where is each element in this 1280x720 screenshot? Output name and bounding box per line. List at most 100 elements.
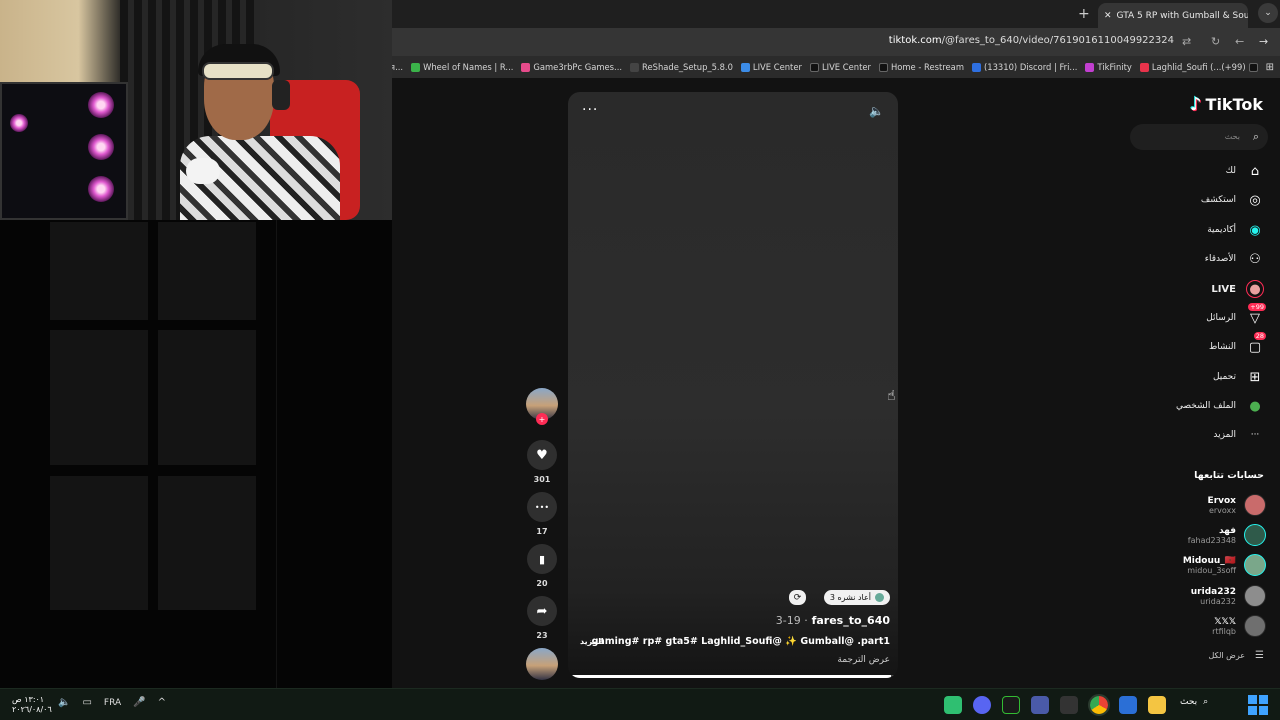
new-tab-button[interactable]: +	[1078, 6, 1090, 22]
bookmark-item[interactable]: Wheel of Names | R...	[411, 62, 513, 72]
following-account[interactable]: 𝕏𝕏𝕏 rtfilqb	[1212, 613, 1266, 639]
nav-live[interactable]: LIVE ●	[1211, 279, 1264, 299]
taskbar-search[interactable]: بحث ⌕	[1180, 697, 1208, 707]
author-line[interactable]: 3-19 · fares_to_640	[776, 614, 890, 627]
author-name[interactable]: fares_to_640	[812, 614, 890, 627]
nav-explore[interactable]: استكشف ◎	[1201, 190, 1264, 210]
wheel-icon	[411, 62, 421, 72]
windows-start-icon[interactable]	[1248, 695, 1268, 715]
account-handle: ervoxx	[1208, 505, 1236, 515]
thumbnail-placeholder[interactable]	[158, 330, 256, 465]
headset-icon	[272, 80, 290, 110]
music-disc[interactable]	[526, 648, 558, 680]
video-progress-bar[interactable]	[568, 675, 898, 678]
friends-icon: ⚇	[1249, 251, 1261, 267]
thumbnail-placeholder[interactable]	[158, 476, 256, 610]
like-button[interactable]: ♥	[527, 440, 557, 470]
tikfinity-icon	[1085, 62, 1095, 72]
bookmark-item[interactable]: Laghlid_Soufi (...(+99)	[1139, 62, 1258, 72]
address-bar[interactable]: tiktok.com/@fares_to_640/video/761901611…	[392, 28, 1280, 56]
see-all-link[interactable]: عرض الكل ☰	[1208, 650, 1264, 661]
tiktok-logo[interactable]: ♪ TikTok	[1190, 94, 1263, 115]
tiktok-note-icon: ♪	[1190, 94, 1202, 115]
tab-active[interactable]: ✕ GTA 5 RP with Gumball & Soufi ♪	[1098, 3, 1248, 28]
bookmark-item[interactable]: LIVE Center	[809, 62, 871, 72]
bookmark-item[interactable]: игры для...	[392, 62, 403, 72]
file-icon	[630, 62, 640, 72]
customize-icon[interactable]: ⇄	[1182, 35, 1191, 48]
nav-more[interactable]: المزيد ···	[1213, 425, 1264, 445]
taskbar: ١٣:٠١ ص ٢٠٢٦/٠٨/٠٦ 🔈 ▭ FRA 🎤 ^ بحث ⌕	[0, 688, 1280, 720]
bookmark-item[interactable]: TikFinity	[1085, 62, 1132, 72]
mouse-cursor-icon: ☝	[887, 388, 896, 404]
nav-upload[interactable]: تحميل ⊞	[1213, 367, 1264, 387]
live-icon: ●	[1246, 280, 1264, 298]
bookmark-button[interactable]: ▮	[527, 544, 557, 574]
reposted-badge[interactable]: 3 أعاد نشره	[823, 590, 890, 605]
display-icon[interactable]: ▭	[82, 697, 91, 708]
chrome-icon[interactable]	[1088, 694, 1110, 716]
bookmark-item[interactable]: LIVE Center	[740, 62, 802, 72]
webcam-overlay	[0, 0, 392, 220]
reload-icon[interactable]: ↻	[1211, 35, 1220, 48]
volume-icon[interactable]: 🔈	[58, 697, 70, 708]
tray-overflow-icon[interactable]: ^	[158, 697, 166, 708]
system-tray: 🔈 ▭ FRA 🎤 ^	[58, 697, 166, 708]
share-button[interactable]: ➦	[527, 596, 557, 626]
more-options-icon[interactable]: ···	[582, 102, 598, 118]
thumbnail-placeholder[interactable]	[50, 330, 148, 465]
nav-for-you[interactable]: لك ⌂	[1226, 161, 1264, 181]
tiktok-icon	[740, 62, 750, 72]
logo-text: TikTok	[1205, 95, 1263, 114]
search-icon[interactable]: ⌕	[1253, 130, 1259, 144]
following-account[interactable]: Midouu_🇲🇦 midou_3soff	[1183, 552, 1266, 578]
bookmark-item[interactable]: Home - Restream	[878, 62, 964, 72]
discord-icon[interactable]	[973, 696, 991, 714]
nav-friends[interactable]: الأصدقاء ⚇	[1205, 249, 1264, 269]
comment-button[interactable]: •••	[527, 492, 557, 522]
thumbnail-placeholder[interactable]	[50, 222, 148, 320]
nav-messages[interactable]: الرسائل ▽ +99	[1206, 303, 1266, 328]
language-indicator[interactable]: FRA	[104, 698, 121, 708]
thumbnail-placeholder[interactable]	[50, 476, 148, 610]
reposter-avatar	[875, 593, 884, 602]
translate-link[interactable]: عرض الترجمة	[837, 655, 890, 665]
following-account[interactable]: Ervox ervoxx	[1208, 492, 1266, 518]
nav-academy[interactable]: أكاديمية ◉	[1207, 220, 1264, 240]
account-name: Midouu_🇲🇦	[1182, 555, 1236, 566]
nav-activity[interactable]: النشاط ▢ 28	[1209, 332, 1266, 357]
nav-label: لك	[1225, 166, 1236, 176]
app-icon[interactable]	[944, 696, 962, 714]
following-account[interactable]: urida232 urida232	[1191, 583, 1266, 609]
repost-icon[interactable]: ⟳	[789, 590, 806, 605]
store-icon[interactable]	[1119, 696, 1137, 714]
video-player[interactable]: ··· 🔈 ⟳ 3 أعاد نشره 3-19 · fares_to_640 …	[568, 92, 898, 678]
search-input[interactable]: بحث ⌕	[1130, 124, 1268, 150]
see-more-link[interactable]: المزيد	[580, 637, 604, 646]
folder-icon[interactable]	[1148, 696, 1166, 714]
activity-glyph: ▢	[1248, 339, 1262, 355]
app-icon[interactable]	[1031, 696, 1049, 714]
share-icon: ➦	[536, 603, 548, 619]
following-account[interactable]: فهد fahad23348	[1188, 522, 1266, 548]
microphone-icon[interactable]: 🎤	[133, 697, 145, 708]
app-icon[interactable]	[1060, 696, 1078, 714]
follow-plus-icon[interactable]: +	[536, 413, 548, 425]
bookmark-item[interactable]: ReShade_Setup_5.8.0	[630, 62, 733, 72]
volume-icon[interactable]: 🔈	[869, 104, 884, 118]
bookmark-item[interactable]: Game3rbPc Games...	[521, 62, 622, 72]
nav-label: تحميل	[1212, 372, 1236, 382]
bookmarks-overflow-button[interactable]: ⊞	[1266, 62, 1274, 73]
creator-avatar[interactable]: +	[526, 388, 558, 425]
system-clock[interactable]: ١٣:٠١ ص ٢٠٢٦/٠٨/٠٦	[12, 695, 52, 715]
nav-profile[interactable]: الملف الشخصي ●	[1176, 396, 1264, 416]
close-tab-icon[interactable]: ✕	[1104, 11, 1112, 21]
tiktok-icon	[809, 62, 819, 72]
thumbnail-placeholder[interactable]	[158, 222, 256, 320]
tab-search-button[interactable]: ⌄	[1258, 3, 1278, 23]
back-icon[interactable]: ←	[1235, 35, 1244, 48]
app-icon[interactable]	[1002, 696, 1020, 714]
url-text[interactable]: tiktok.com/@fares_to_640/video/761901611…	[889, 35, 1174, 46]
bookmark-item[interactable]: (13310) Discord | Fri...	[971, 62, 1077, 72]
forward-icon[interactable]: →	[1259, 35, 1268, 48]
